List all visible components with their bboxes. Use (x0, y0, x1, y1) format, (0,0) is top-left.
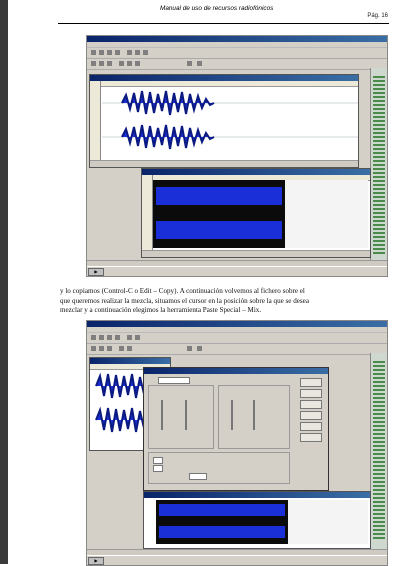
audio-window-selection-status (142, 250, 370, 257)
body-paragraph: y lo copiamos (Control-C o Edit – Copy).… (60, 287, 391, 316)
db-scale-2 (142, 175, 153, 251)
selected-waveform-b-bottom (159, 526, 285, 538)
windows-taskbar: ▶ (87, 266, 387, 276)
level-meter-b (370, 353, 387, 549)
waveform-main (102, 90, 358, 150)
source-volume-frame (148, 385, 214, 449)
app-toolbar-2 (87, 59, 387, 70)
paste-special-dialog (143, 367, 329, 491)
audio-window-selection-b (143, 491, 371, 549)
app-toolbar-b (87, 333, 387, 344)
header-rule (58, 23, 389, 24)
paragraph-line-2: que queremos realizar la mezcla, situamo… (60, 296, 309, 305)
audio-window-main-status (90, 160, 358, 167)
options-frame (148, 452, 290, 484)
paste-special-titlebar (144, 368, 328, 374)
preset-field[interactable] (158, 377, 190, 384)
start-button: ▶ (88, 268, 104, 276)
page-number: Pág. 16 (367, 13, 388, 19)
paragraph-line-3: mezclar y a continuación elegimos la her… (60, 306, 262, 315)
dialog-bypass-button[interactable] (300, 433, 322, 442)
screenshot-copy-selection: ▶ (86, 35, 388, 277)
selected-waveform-top (156, 187, 282, 205)
selected-waveform-b-top (159, 504, 285, 516)
unselected-area (285, 180, 368, 248)
page-left-border (0, 0, 8, 564)
app-toolbar (87, 48, 387, 59)
destination-slider-left[interactable] (231, 400, 233, 430)
destination-volume-frame (218, 385, 290, 449)
source-slider-left[interactable] (161, 400, 163, 430)
audio-window-selection (141, 168, 371, 258)
dialog-preview-button[interactable] (300, 422, 322, 431)
audio-window-selection-b-titlebar (144, 492, 370, 498)
dialog-source-button[interactable] (300, 411, 322, 420)
dialog-ok-button[interactable] (300, 378, 322, 387)
crossfade-field[interactable] (189, 473, 207, 480)
audio-window-main (89, 74, 359, 168)
selected-waveform-bottom (156, 221, 282, 239)
option-field-1[interactable] (153, 457, 163, 464)
app-toolbar-b2 (87, 344, 387, 355)
destination-slider-right[interactable] (253, 400, 255, 430)
dialog-help-button[interactable] (300, 400, 322, 409)
paragraph-line-1: y lo copiamos (Control-C o Edit – Copy).… (60, 287, 305, 295)
dialog-cancel-button[interactable] (300, 389, 322, 398)
source-slider-right[interactable] (185, 400, 187, 430)
screenshot-paste-special-dialog: ▶ (86, 320, 388, 566)
db-scale (90, 81, 101, 161)
page-header-title: Manual de uso de recursos radiofónicos (160, 5, 274, 12)
level-meter (370, 68, 387, 264)
option-field-2[interactable] (153, 465, 163, 472)
unselected-area-b (288, 500, 368, 544)
